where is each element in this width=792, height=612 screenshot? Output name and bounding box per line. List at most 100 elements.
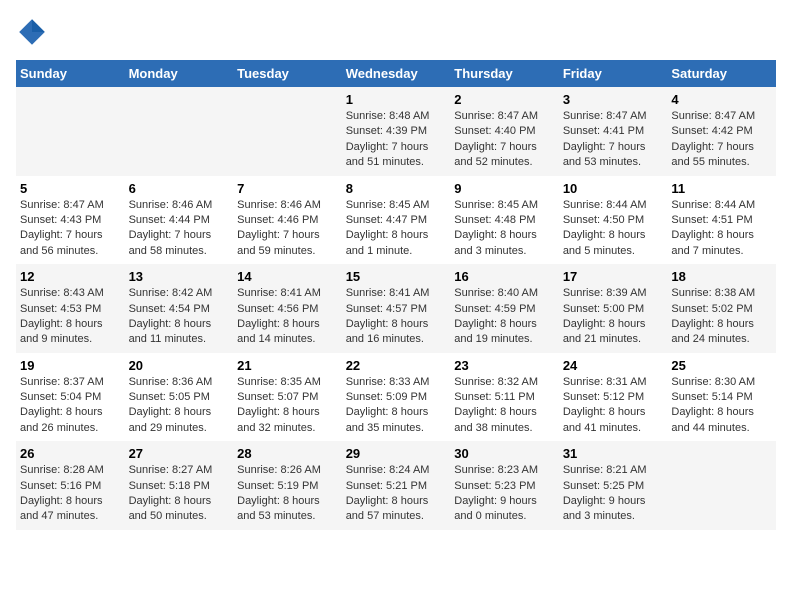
cell-info: Daylight: 9 hours and 0 minutes. — [454, 494, 555, 525]
cell-info: Sunset: 4:51 PM — [671, 213, 772, 228]
cell-info: Sunrise: 8:41 AM — [237, 286, 338, 301]
cell-info: Sunset: 4:40 PM — [454, 124, 555, 139]
cell-info: Sunset: 4:39 PM — [346, 124, 447, 139]
cell-info: Sunset: 5:23 PM — [454, 479, 555, 494]
day-number: 29 — [346, 446, 447, 461]
cell-info: Sunrise: 8:39 AM — [563, 286, 664, 301]
calendar-cell: 9Sunrise: 8:45 AMSunset: 4:48 PMDaylight… — [450, 176, 559, 265]
calendar-cell: 22Sunrise: 8:33 AMSunset: 5:09 PMDayligh… — [342, 353, 451, 442]
cell-info: Sunrise: 8:35 AM — [237, 375, 338, 390]
cell-info: Sunrise: 8:41 AM — [346, 286, 447, 301]
cell-info: Daylight: 8 hours and 57 minutes. — [346, 494, 447, 525]
cell-info: Daylight: 7 hours and 55 minutes. — [671, 140, 772, 171]
cell-info: Sunrise: 8:32 AM — [454, 375, 555, 390]
cell-info: Sunset: 5:02 PM — [671, 302, 772, 317]
calendar-cell: 30Sunrise: 8:23 AMSunset: 5:23 PMDayligh… — [450, 441, 559, 530]
calendar-cell: 28Sunrise: 8:26 AMSunset: 5:19 PMDayligh… — [233, 441, 342, 530]
cell-info: Sunset: 4:47 PM — [346, 213, 447, 228]
week-row-1: 1Sunrise: 8:48 AMSunset: 4:39 PMDaylight… — [16, 87, 776, 176]
day-number: 3 — [563, 92, 664, 107]
cell-info: Daylight: 8 hours and 19 minutes. — [454, 317, 555, 348]
day-number: 19 — [20, 358, 121, 373]
calendar-header: SundayMondayTuesdayWednesdayThursdayFrid… — [16, 60, 776, 87]
day-number: 13 — [129, 269, 230, 284]
cell-info: Sunset: 4:50 PM — [563, 213, 664, 228]
calendar-table: SundayMondayTuesdayWednesdayThursdayFrid… — [16, 60, 776, 530]
cell-info: Sunset: 5:16 PM — [20, 479, 121, 494]
header-cell-friday: Friday — [559, 60, 668, 87]
cell-info: Sunrise: 8:30 AM — [671, 375, 772, 390]
cell-info: Sunset: 4:57 PM — [346, 302, 447, 317]
cell-info: Sunset: 5:07 PM — [237, 390, 338, 405]
cell-info: Daylight: 8 hours and 26 minutes. — [20, 405, 121, 436]
cell-info: Sunrise: 8:48 AM — [346, 109, 447, 124]
cell-info: Sunrise: 8:47 AM — [671, 109, 772, 124]
header-row: SundayMondayTuesdayWednesdayThursdayFrid… — [16, 60, 776, 87]
cell-info: Sunset: 4:54 PM — [129, 302, 230, 317]
cell-info: Sunrise: 8:26 AM — [237, 463, 338, 478]
cell-info: Daylight: 7 hours and 52 minutes. — [454, 140, 555, 171]
cell-info: Sunset: 5:21 PM — [346, 479, 447, 494]
calendar-cell — [667, 441, 776, 530]
day-number: 4 — [671, 92, 772, 107]
cell-info: Sunrise: 8:23 AM — [454, 463, 555, 478]
page-header — [16, 16, 776, 48]
day-number: 17 — [563, 269, 664, 284]
cell-info: Sunset: 5:19 PM — [237, 479, 338, 494]
cell-info: Daylight: 8 hours and 11 minutes. — [129, 317, 230, 348]
header-cell-wednesday: Wednesday — [342, 60, 451, 87]
header-cell-saturday: Saturday — [667, 60, 776, 87]
week-row-4: 19Sunrise: 8:37 AMSunset: 5:04 PMDayligh… — [16, 353, 776, 442]
cell-info: Sunrise: 8:47 AM — [454, 109, 555, 124]
day-number: 24 — [563, 358, 664, 373]
cell-info: Sunrise: 8:45 AM — [346, 198, 447, 213]
cell-info: Daylight: 7 hours and 58 minutes. — [129, 228, 230, 259]
calendar-cell: 25 Sunrise: 8:30 AMSunset: 5:14 PMDayligh… — [667, 353, 776, 442]
cell-info: Sunset: 5:09 PM — [346, 390, 447, 405]
calendar-cell: 5Sunrise: 8:47 AMSunset: 4:43 PMDaylight… — [16, 176, 125, 265]
calendar-cell: 24Sunrise: 8:31 AMSunset: 5:12 PMDayligh… — [559, 353, 668, 442]
cell-info: Daylight: 8 hours and 14 minutes. — [237, 317, 338, 348]
cell-info: Daylight: 8 hours and 50 minutes. — [129, 494, 230, 525]
cell-info: Daylight: 8 hours and 5 minutes. — [563, 228, 664, 259]
cell-info: Daylight: 8 hours and 38 minutes. — [454, 405, 555, 436]
cell-info: Daylight: 8 hours and 44 minutes. — [671, 405, 772, 436]
header-cell-thursday: Thursday — [450, 60, 559, 87]
day-number: 15 — [346, 269, 447, 284]
calendar-cell: 1Sunrise: 8:48 AMSunset: 4:39 PMDaylight… — [342, 87, 451, 176]
calendar-cell: 18Sunrise: 8:38 AMSunset: 5:02 PMDayligh… — [667, 264, 776, 353]
day-number: 5 — [20, 181, 121, 196]
calendar-cell: 2 Sunrise: 8:47 AMSunset: 4:40 PMDaylight… — [450, 87, 559, 176]
calendar-cell: 10 Sunrise: 8:44 AMSunset: 4:50 PMDayligh… — [559, 176, 668, 265]
cell-info: Sunrise: 8:46 AM — [129, 198, 230, 213]
cell-info: Sunrise: 8:24 AM — [346, 463, 447, 478]
cell-info: Sunset: 4:46 PM — [237, 213, 338, 228]
calendar-cell: 19Sunrise: 8:37 AMSunset: 5:04 PMDayligh… — [16, 353, 125, 442]
cell-info: Daylight: 8 hours and 9 minutes. — [20, 317, 121, 348]
day-number: 7 — [237, 181, 338, 196]
day-number: 2 — [454, 92, 555, 107]
day-number: 20 — [129, 358, 230, 373]
day-number: 25 — [671, 358, 772, 373]
day-number: 26 — [20, 446, 121, 461]
day-number: 6 — [129, 181, 230, 196]
cell-info: Sunrise: 8:44 AM — [563, 198, 664, 213]
calendar-cell: 16Sunrise: 8:40 AMSunset: 4:59 PMDayligh… — [450, 264, 559, 353]
cell-info: Sunset: 5:12 PM — [563, 390, 664, 405]
cell-info: Sunrise: 8:21 AM — [563, 463, 664, 478]
cell-info: Sunrise: 8:36 AM — [129, 375, 230, 390]
cell-info: Sunset: 5:18 PM — [129, 479, 230, 494]
day-number: 11 — [671, 181, 772, 196]
cell-info: Daylight: 8 hours and 21 minutes. — [563, 317, 664, 348]
cell-info: Sunset: 5:14 PM — [671, 390, 772, 405]
week-row-2: 5Sunrise: 8:47 AMSunset: 4:43 PMDaylight… — [16, 176, 776, 265]
cell-info: Sunset: 5:25 PM — [563, 479, 664, 494]
cell-info: Daylight: 8 hours and 47 minutes. — [20, 494, 121, 525]
cell-info: Daylight: 8 hours and 3 minutes. — [454, 228, 555, 259]
day-number: 10 — [563, 181, 664, 196]
calendar-cell — [233, 87, 342, 176]
header-cell-sunday: Sunday — [16, 60, 125, 87]
day-number: 18 — [671, 269, 772, 284]
cell-info: Daylight: 8 hours and 24 minutes. — [671, 317, 772, 348]
cell-info: Sunset: 4:44 PM — [129, 213, 230, 228]
